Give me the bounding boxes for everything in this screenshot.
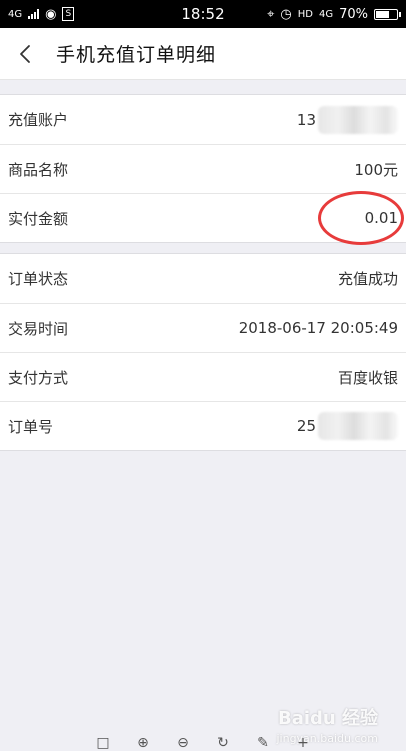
redaction-mask: [318, 105, 398, 134]
order-number-row: 订单号 25: [0, 401, 406, 450]
status-row: 订单状态 充值成功: [0, 254, 406, 303]
battery-percent: 70%: [339, 6, 368, 22]
status-bar: 4G ◉ S 18:52 ⌖ ◷ HD 4G 70%: [0, 0, 406, 28]
order-detail-section: 订单状态 充值成功 交易时间 2018-06-17 20:05:49 支付方式 …: [0, 253, 406, 451]
product-label: 商品名称: [8, 160, 69, 179]
account-value: 13: [296, 105, 398, 134]
zoom-in-icon[interactable]: ⊕: [133, 735, 153, 751]
redaction-mask: [318, 412, 398, 440]
crop-icon[interactable]: □: [93, 735, 113, 751]
hd-label: HD: [297, 8, 313, 20]
wechat-icon: ◉: [45, 6, 57, 22]
location-icon: ⌖: [267, 6, 275, 22]
network-indicator: 4G: [8, 8, 23, 20]
amount-label: 实付金额: [8, 209, 69, 228]
pen-icon[interactable]: ✎: [253, 735, 273, 751]
plus-icon[interactable]: +: [293, 735, 313, 751]
chevron-left-icon: [20, 44, 30, 63]
s-app-icon: S: [62, 7, 75, 21]
time-label: 交易时间: [8, 319, 69, 338]
signal-icon: [28, 9, 40, 19]
order-number-prefix: 25: [296, 417, 316, 435]
account-row: 充值账户 13: [0, 95, 406, 144]
product-row: 商品名称 100元: [0, 144, 406, 193]
amount-value: 0.01: [364, 209, 398, 227]
battery-icon: [374, 8, 401, 20]
page-title: 手机充值订单明细: [56, 44, 217, 66]
status-left: 4G ◉ S: [8, 6, 75, 22]
time-value: 2018-06-17 20:05:49: [238, 319, 398, 337]
payment-value: 百度收银: [337, 368, 398, 387]
network-indicator-right: 4G: [318, 8, 334, 20]
account-prefix: 13: [296, 110, 316, 129]
status-value: 充值成功: [337, 270, 398, 288]
payment-row: 支付方式 百度收银: [0, 352, 406, 401]
time-row: 交易时间 2018-06-17 20:05:49: [0, 303, 406, 352]
account-label: 充值账户: [8, 111, 69, 129]
zoom-out-icon[interactable]: ⊖: [173, 735, 193, 751]
image-toolbar: □ ⊕ ⊖ ↻ ✎ +: [0, 735, 406, 751]
order-number-value: 25: [297, 412, 398, 440]
header-bar: 手机充值订单明细: [0, 28, 406, 80]
amount-row: 实付金额 0.01: [0, 191, 406, 245]
watermark-logo: Baidu 经验: [277, 708, 378, 729]
status-right: ⌖ ◷ HD 4G 70%: [267, 6, 401, 22]
rotate-icon[interactable]: ↻: [213, 735, 233, 751]
status-time: 18:52: [181, 5, 225, 23]
order-number-label: 订单号: [8, 417, 54, 436]
order-summary-section: 充值账户 13 商品名称 100元 实付金额 0.01: [0, 94, 406, 245]
battery-fill: [376, 10, 389, 18]
back-button[interactable]: [14, 43, 36, 65]
alarm-icon: ◷: [280, 6, 292, 22]
status-label: 订单状态: [8, 270, 69, 288]
product-value: 100元: [354, 160, 398, 179]
payment-label: 支付方式: [8, 368, 69, 387]
